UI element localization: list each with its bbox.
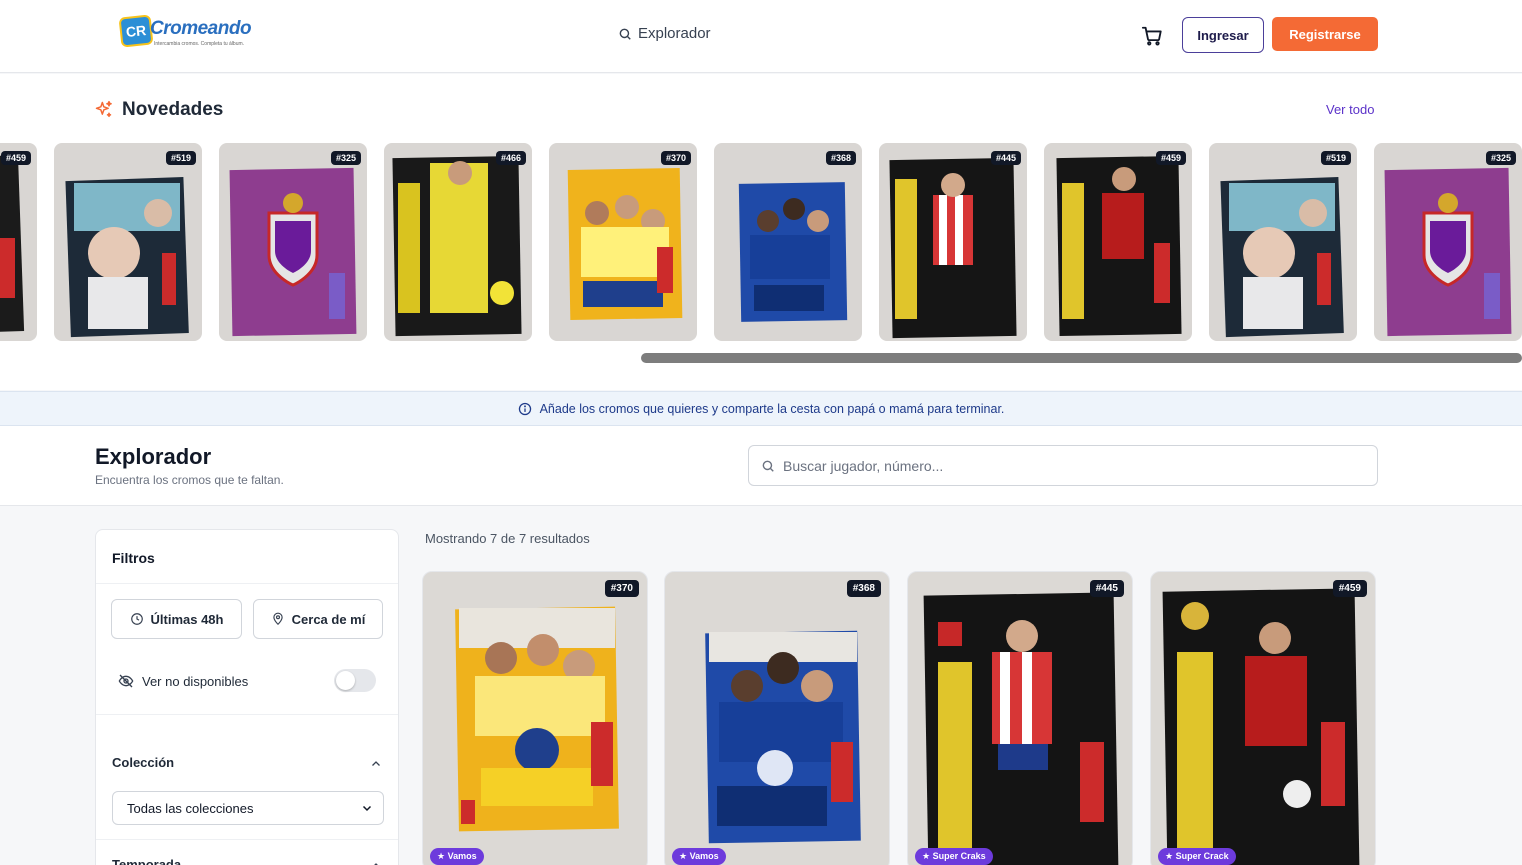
result-card[interactable]: #445 ★ Super Craks xyxy=(907,571,1133,865)
sticker-image xyxy=(567,168,683,320)
register-button[interactable]: Registrarse xyxy=(1272,17,1378,51)
card-number: #459 xyxy=(1332,580,1367,597)
show-unavailable-toggle[interactable] xyxy=(334,669,376,692)
eye-off-icon xyxy=(118,674,134,688)
card-number: #519 xyxy=(165,151,196,165)
card-number: #325 xyxy=(1485,151,1516,165)
info-banner: Añade los cromos que quieres y comparte … xyxy=(0,391,1522,426)
explorer-header: Explorador Encuentra los cromos que te f… xyxy=(0,426,1522,506)
carousel-card[interactable]: #459 xyxy=(0,143,37,341)
sticker-image xyxy=(1220,177,1344,338)
toggle-knob xyxy=(336,671,355,690)
carousel-card[interactable]: #459 xyxy=(1044,143,1192,341)
explorer-title: Explorador xyxy=(95,444,212,469)
filters-panel: Filtros Últimas 48h Cerca de mí Ver no d… xyxy=(95,529,399,865)
sticker-image xyxy=(455,606,619,832)
collection-tag: ★ Super Crack xyxy=(1158,848,1236,865)
carousel-scrollbar[interactable] xyxy=(641,353,1522,363)
carousel-card[interactable]: #368 xyxy=(714,143,862,341)
last-48h-label: Últimas 48h xyxy=(150,611,224,627)
sticker-image xyxy=(1162,588,1360,865)
sticker-image xyxy=(705,630,861,844)
sticker-image xyxy=(923,592,1119,865)
novedades-section: Novedades Ver todo #459 #519 #325 #466 #… xyxy=(0,74,1522,390)
near-me-label: Cerca de mí xyxy=(291,611,366,627)
filters-title: Filtros xyxy=(112,550,155,566)
chevron-down-icon xyxy=(362,805,372,812)
collection-tag: ★ Vamos xyxy=(430,848,484,865)
card-number: #466 xyxy=(495,151,526,165)
novedades-carousel[interactable]: #459 #519 #325 #466 #370 #368 #445 #459 xyxy=(0,143,1522,343)
season-label: Temporada xyxy=(112,857,182,865)
show-unavailable-row: Ver no disponibles xyxy=(118,673,248,689)
top-header: CR Cromeando Intercambia cromos. Complet… xyxy=(0,0,1522,73)
divider xyxy=(96,583,398,584)
logo-tagline: Intercambia cromos. Completa tu álbum. xyxy=(154,41,245,47)
card-number: #368 xyxy=(825,151,856,165)
explorer-subtitle: Encuentra los cromos que te faltan. xyxy=(95,473,284,487)
carousel-card[interactable]: #519 xyxy=(54,143,202,341)
carousel-card[interactable]: #370 xyxy=(549,143,697,341)
nav-explorer-link[interactable]: Explorador xyxy=(618,25,711,42)
sticker-image xyxy=(229,167,357,337)
result-card[interactable]: #459 ★ Super Crack xyxy=(1150,571,1376,865)
card-number: #459 xyxy=(1155,151,1186,165)
sticker-image xyxy=(0,155,25,335)
carousel-card[interactable]: #325 xyxy=(1374,143,1522,341)
results-count: Mostrando 7 de 7 resultados xyxy=(425,531,590,546)
collection-select-value: Todas las colecciones xyxy=(127,800,254,816)
sparkles-icon xyxy=(95,100,112,118)
card-number: #325 xyxy=(330,151,361,165)
show-unavailable-label: Ver no disponibles xyxy=(142,673,249,689)
novedades-heading: Novedades xyxy=(94,99,223,121)
sticker-image xyxy=(1056,155,1182,337)
collection-select[interactable]: Todas las colecciones xyxy=(112,791,384,825)
result-card[interactable]: #368 ★ Vamos xyxy=(664,571,890,865)
card-number: #370 xyxy=(604,580,639,597)
info-icon xyxy=(518,402,531,415)
card-number: #370 xyxy=(660,151,691,165)
near-me-button[interactable]: Cerca de mí xyxy=(253,599,383,639)
carousel-card[interactable]: #445 xyxy=(879,143,1027,341)
login-button[interactable]: Ingresar xyxy=(1182,17,1264,53)
logo-text: Cromeando xyxy=(150,18,252,39)
cart-icon[interactable] xyxy=(1141,25,1163,47)
card-number: #368 xyxy=(846,580,881,597)
nav-explorer-label: Explorador xyxy=(638,25,711,42)
location-pin-icon xyxy=(272,612,283,626)
info-banner-text: Añade los cromos que quieres y comparte … xyxy=(539,401,1005,416)
card-number: #445 xyxy=(1089,580,1124,597)
search-icon xyxy=(762,460,774,472)
see-all-link[interactable]: Ver todo xyxy=(1326,102,1374,117)
collection-tag: ★ Vamos xyxy=(672,848,726,865)
result-card[interactable]: #370 ★ Vamos xyxy=(422,571,648,865)
carousel-card[interactable]: #466 xyxy=(384,143,532,341)
card-number: #445 xyxy=(990,151,1021,165)
search-input[interactable] xyxy=(783,457,1343,474)
chevron-up-icon[interactable] xyxy=(370,860,382,865)
chevron-up-icon[interactable] xyxy=(370,758,382,770)
cromeando-logo[interactable]: CR Cromeando Intercambia cromos. Complet… xyxy=(118,14,252,50)
divider xyxy=(96,714,398,715)
collection-label: Colección xyxy=(112,755,175,770)
sticker-image xyxy=(889,157,1017,339)
sticker-image xyxy=(738,182,848,322)
clock-icon xyxy=(130,613,143,625)
carousel-card[interactable]: #519 xyxy=(1209,143,1357,341)
divider xyxy=(96,839,398,840)
sticker-image xyxy=(392,155,522,337)
novedades-title: Novedades xyxy=(122,99,224,120)
sticker-image xyxy=(65,177,189,338)
card-number: #519 xyxy=(1320,151,1351,165)
carousel-card[interactable]: #325 xyxy=(219,143,367,341)
collection-tag: ★ Super Craks xyxy=(915,848,993,865)
search-icon xyxy=(619,28,631,40)
last-48h-button[interactable]: Últimas 48h xyxy=(111,599,242,639)
sticker-image xyxy=(1384,167,1512,337)
card-number: #459 xyxy=(0,151,31,165)
search-box[interactable] xyxy=(748,445,1378,486)
logo-badge: CR xyxy=(118,14,154,48)
